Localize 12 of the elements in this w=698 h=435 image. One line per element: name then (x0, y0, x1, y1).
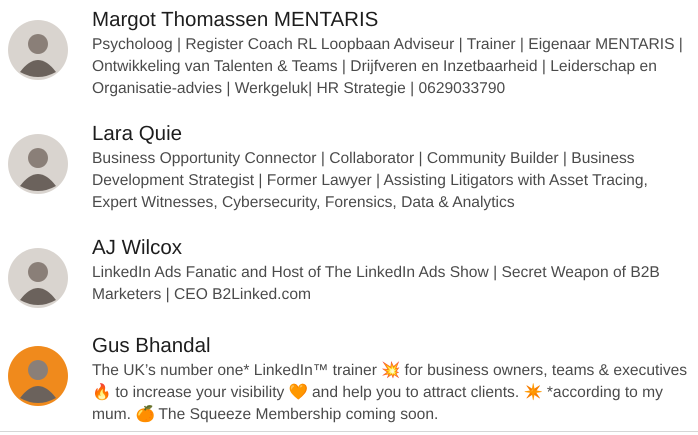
avatar-icon[interactable] (8, 346, 68, 406)
profile-headline: LinkedIn Ads Fanatic and Host of The LinkedIn Ads Show | Secret Weapon of B2B Marketers | CEO B2Linked.com (92, 263, 661, 305)
profile-name[interactable]: Margot Thomassen MENTARIS (92, 6, 694, 34)
avatar-icon[interactable] (8, 20, 68, 80)
profile-headline: The UK’s number one* LinkedIn™ trainer 💥 for business owners, teams & executives 🔥 to increase your visibility 🧡 and help you to attract clients. ✴ *according to my mum. 🍊 The Squeeze Membership coming soon. (92, 360, 688, 425)
profile-name[interactable]: Lara Quie (92, 120, 694, 148)
profile-name[interactable]: AJ Wilcox (92, 234, 694, 262)
avatar-icon[interactable] (8, 134, 68, 194)
profile-headline: Business Opportunity Connector | Collaborator | Community Builder | Business Development Strategist | Former Lawyer | Assisting Litigators with Asset Tracing, Expert Witnesses, Cybersecurity, Forensics, Data & Analytics (92, 149, 649, 213)
profile-headline: Psycholoog | Register Coach RL Loopbaan Adviseur | Trainer | Eigenaar MENTARIS | Ontwikkeling van Talenten & Teams | Drijfveren en Inzetbaarheid | Leiderschap en Organisatie-advies | Werkgeluk| HR Strategie | 0629033790 (92, 35, 684, 99)
avatar-icon[interactable] (8, 248, 68, 308)
profile-name[interactable]: Gus Bhandal (92, 332, 694, 360)
